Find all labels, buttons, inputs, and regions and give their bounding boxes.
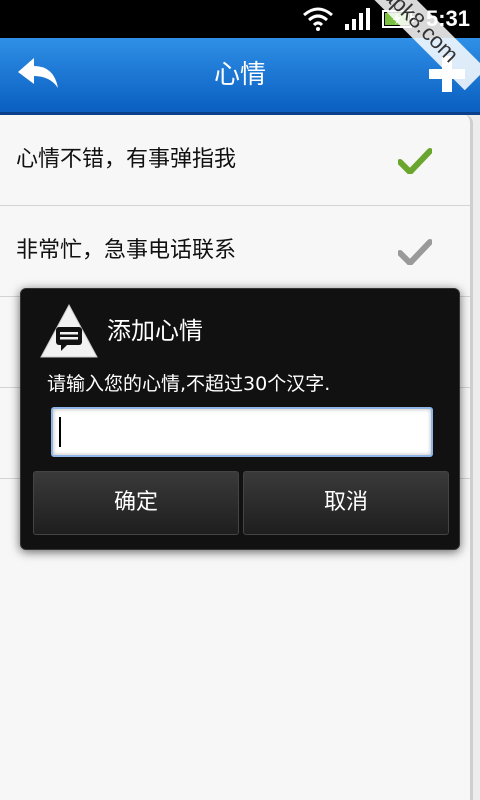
dialog-title: 添加心情	[107, 317, 203, 345]
list-item[interactable]: 心情不错，有事弹指我	[0, 115, 470, 206]
title-bar: 心情	[0, 38, 480, 115]
check-icon	[398, 239, 432, 265]
cancel-button[interactable]: 取消	[243, 471, 449, 535]
confirm-button[interactable]: 确定	[33, 471, 239, 535]
add-mood-dialog: 添加心情 请输入您的心情,不超过30个汉字. 确定 取消	[20, 288, 460, 550]
check-icon	[398, 148, 432, 174]
message-icon	[40, 303, 98, 358]
list-item-label: 心情不错，有事弹指我	[16, 147, 237, 172]
signal-icon	[344, 8, 370, 30]
text-caret	[59, 417, 61, 447]
mood-input[interactable]	[51, 407, 433, 457]
dialog-message: 请输入您的心情,不超过30个汉字.	[47, 373, 331, 395]
list-item[interactable]: 非常忙，急事电话联系	[0, 206, 470, 297]
wifi-icon	[302, 7, 333, 31]
list-item-label: 非常忙，急事电话联系	[16, 238, 237, 263]
page-title: 心情	[213, 60, 266, 90]
